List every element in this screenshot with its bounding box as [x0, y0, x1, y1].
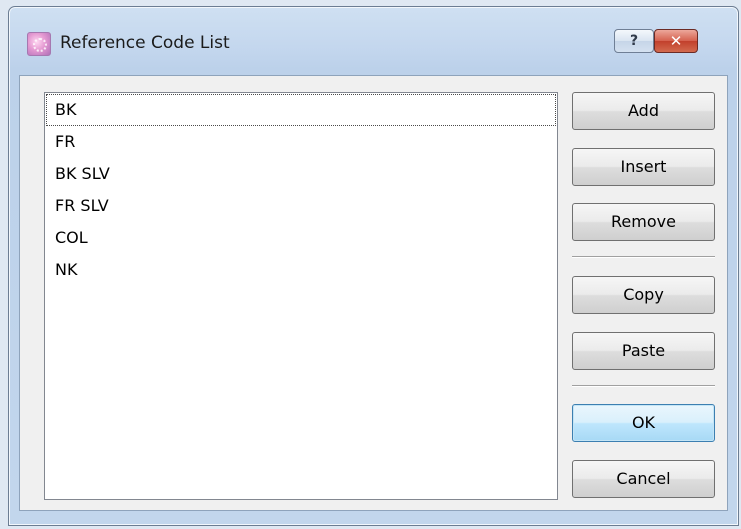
- close-button[interactable]: ✕: [654, 29, 698, 53]
- app-icon: [27, 32, 51, 56]
- title-bar[interactable]: Reference Code List ? ✕: [9, 7, 738, 75]
- help-button[interactable]: ?: [614, 29, 654, 53]
- dialog-client-area: BK FR BK SLV FR SLV COL NK Add Insert Re…: [19, 75, 728, 511]
- remove-button[interactable]: Remove: [572, 203, 715, 241]
- cancel-button[interactable]: Cancel: [572, 460, 715, 498]
- separator: [572, 385, 715, 387]
- separator: [572, 256, 715, 258]
- window-title: Reference Code List: [60, 33, 230, 53]
- dialog-window: Reference Code List ? ✕ BK FR BK SLV FR …: [8, 6, 739, 526]
- list-item[interactable]: FR SLV: [46, 190, 556, 222]
- copy-button[interactable]: Copy: [572, 276, 715, 314]
- list-item[interactable]: BK SLV: [46, 158, 556, 190]
- list-item[interactable]: BK: [46, 94, 556, 126]
- list-item[interactable]: NK: [46, 254, 556, 286]
- reference-code-listbox[interactable]: BK FR BK SLV FR SLV COL NK: [44, 92, 558, 500]
- insert-button[interactable]: Insert: [572, 148, 715, 186]
- list-item[interactable]: FR: [46, 126, 556, 158]
- ok-button[interactable]: OK: [572, 404, 715, 442]
- list-item[interactable]: COL: [46, 222, 556, 254]
- paste-button[interactable]: Paste: [572, 332, 715, 370]
- add-button[interactable]: Add: [572, 92, 715, 130]
